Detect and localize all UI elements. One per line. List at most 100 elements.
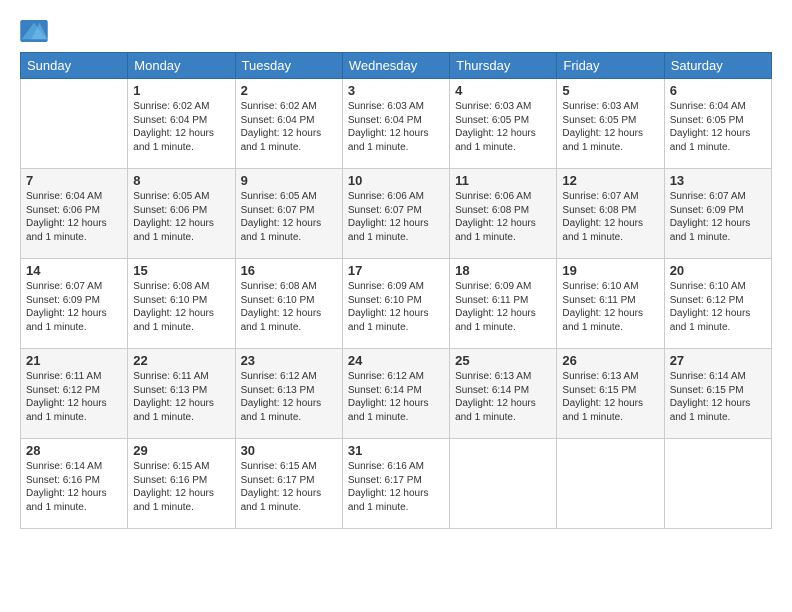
- sunset-text: Sunset: 6:12 PM: [26, 385, 100, 396]
- calendar-cell: 7Sunrise: 6:04 AMSunset: 6:06 PMDaylight…: [21, 169, 128, 259]
- calendar-cell: 1Sunrise: 6:02 AMSunset: 6:04 PMDaylight…: [128, 79, 235, 169]
- cell-info: Sunrise: 6:06 AMSunset: 6:08 PMDaylight:…: [455, 190, 551, 244]
- daylight-text: Daylight: 12 hours and 1 minute.: [562, 398, 643, 423]
- cell-info: Sunrise: 6:13 AMSunset: 6:15 PMDaylight:…: [562, 370, 658, 424]
- cell-info: Sunrise: 6:02 AMSunset: 6:04 PMDaylight:…: [133, 100, 229, 154]
- calendar-cell: 24Sunrise: 6:12 AMSunset: 6:14 PMDayligh…: [342, 349, 449, 439]
- sunrise-text: Sunrise: 6:14 AM: [26, 461, 102, 472]
- calendar-week-3: 14 Sunrise: 6:07 AM Sunset: 6:09 PM Dayligh…: [21, 259, 772, 349]
- sunrise-text: Sunrise: 6:04 AM: [670, 101, 746, 112]
- calendar-cell: 3Sunrise: 6:03 AMSunset: 6:04 PMDaylight…: [342, 79, 449, 169]
- sunset-text: Sunset: 6:16 PM: [26, 475, 100, 486]
- sunrise-text: Sunrise: 6:11 AM: [133, 371, 208, 382]
- calendar-cell: 20Sunrise: 6:10 AMSunset: 6:12 PMDayligh…: [664, 259, 771, 349]
- sunrise-text: Sunrise: 6:05 AM: [133, 191, 209, 202]
- daylight-text: Daylight: 12 hours and 1 minute.: [348, 218, 429, 243]
- sunrise-text: Sunrise: 6:09 AM: [455, 281, 531, 292]
- daylight-text: Daylight: 12 hours and 1 minute.: [26, 398, 107, 423]
- sunset-text: Sunset: 6:17 PM: [348, 475, 422, 486]
- cell-info: Sunrise: 6:03 AMSunset: 6:05 PMDaylight:…: [562, 100, 658, 154]
- calendar-cell: [21, 79, 128, 169]
- header-wednesday: Wednesday: [342, 53, 449, 79]
- calendar-week-1: 1Sunrise: 6:02 AMSunset: 6:04 PMDaylight…: [21, 79, 772, 169]
- sunset-text: Sunset: 6:12 PM: [670, 295, 744, 306]
- calendar-cell: 12Sunrise: 6:07 AMSunset: 6:08 PMDayligh…: [557, 169, 664, 259]
- header-tuesday: Tuesday: [235, 53, 342, 79]
- sunset-text: Sunset: 6:05 PM: [670, 115, 744, 126]
- calendar-cell: 25 Sunrise: 6:13 AMSunset: 6:14 PMDayligh…: [450, 349, 557, 439]
- sunrise-text: Sunrise: 6:15 AM: [133, 461, 209, 472]
- day-number: 5: [562, 83, 658, 98]
- sunrise-text: Sunrise: 6:07 AM: [26, 281, 102, 292]
- sunrise-text: Sunrise: 6:11 AM: [26, 371, 101, 382]
- daylight-text: Daylight: 12 hours and 1 minute.: [26, 308, 107, 333]
- daylight-text: Daylight: 12 hours and 1 minute.: [241, 398, 322, 423]
- calendar-cell: 8Sunrise: 6:05 AMSunset: 6:06 PMDaylight…: [128, 169, 235, 259]
- calendar-table: SundayMondayTuesdayWednesdayThursdayFrid…: [20, 52, 772, 529]
- sunset-text: Sunset: 6:09 PM: [670, 205, 744, 216]
- sunrise-text: Sunrise: 6:04 AM: [26, 191, 102, 202]
- sunset-text: Sunset: 6:15 PM: [670, 385, 744, 396]
- logo-icon: [20, 20, 48, 42]
- sunrise-text: Sunrise: 6:03 AM: [562, 101, 638, 112]
- header-thursday: Thursday: [450, 53, 557, 79]
- calendar-cell: 26 Sunrise: 6:13 AMSunset: 6:15 PMDayligh…: [557, 349, 664, 439]
- sunset-text: Sunset: 6:09 PM: [26, 295, 100, 306]
- daylight-text: Daylight: 12 hours and 1 minute.: [562, 308, 643, 333]
- cell-info: Sunrise: 6:05 AMSunset: 6:07 PMDaylight:…: [241, 190, 337, 244]
- calendar-week-5: 28 Sunrise: 6:14 AM Sunset: 6:16 PM Dayligh…: [21, 439, 772, 529]
- cell-info: Sunrise: 6:10 AMSunset: 6:11 PMDaylight:…: [562, 280, 658, 334]
- cell-info: Sunrise: 6:02 AMSunset: 6:04 PMDaylight:…: [241, 100, 337, 154]
- daylight-text: Daylight: 12 hours and 1 minute.: [241, 488, 322, 513]
- sunrise-text: Sunrise: 6:16 AM: [348, 461, 424, 472]
- cell-info: Sunrise: 6:12 AMSunset: 6:14 PMDaylight:…: [348, 370, 444, 424]
- sunset-text: Sunset: 6:04 PM: [348, 115, 422, 126]
- cell-info: Sunrise: 6:09 AMSunset: 6:10 PMDaylight:…: [348, 280, 444, 334]
- sunrise-text: Sunrise: 6:06 AM: [455, 191, 531, 202]
- daylight-text: Daylight: 12 hours and 1 minute.: [26, 218, 107, 243]
- calendar-cell: 27 Sunrise: 6:14 AMSunset: 6:15 PMDayligh…: [664, 349, 771, 439]
- day-number: 30: [241, 443, 337, 458]
- header-sunday: Sunday: [21, 53, 128, 79]
- calendar-cell: [664, 439, 771, 529]
- day-number: 11: [455, 173, 551, 188]
- calendar-cell: 21Sunrise: 6:11 AMSunset: 6:12 PMDayligh…: [21, 349, 128, 439]
- sunrise-text: Sunrise: 6:02 AM: [133, 101, 209, 112]
- sunset-text: Sunset: 6:07 PM: [348, 205, 422, 216]
- daylight-text: Daylight: 12 hours and 1 minute.: [670, 128, 751, 153]
- daylight-text: Daylight: 12 hours and 1 minute.: [455, 398, 536, 423]
- day-number: 17: [348, 263, 444, 278]
- daylight-text: Daylight: 12 hours and 1 minute.: [241, 218, 322, 243]
- daylight-text: Daylight: 12 hours and 1 minute.: [562, 218, 643, 243]
- calendar-cell: 16Sunrise: 6:08 AMSunset: 6:10 PMDayligh…: [235, 259, 342, 349]
- cell-info: Sunrise: 6:09 AMSunset: 6:11 PMDaylight:…: [455, 280, 551, 334]
- day-number: 25: [455, 353, 551, 368]
- calendar-cell: 30Sunrise: 6:15 AMSunset: 6:17 PMDayligh…: [235, 439, 342, 529]
- day-number: 16: [241, 263, 337, 278]
- sunrise-text: Sunrise: 6:13 AM: [562, 371, 638, 382]
- day-number: 19: [562, 263, 658, 278]
- calendar-cell: 17 Sunrise: 6:09 AMSunset: 6:10 PMDayligh…: [342, 259, 449, 349]
- cell-info: Sunrise: 6:13 AMSunset: 6:14 PMDaylight:…: [455, 370, 551, 424]
- daylight-text: Daylight: 12 hours and 1 minute.: [455, 128, 536, 153]
- daylight-text: Daylight: 12 hours and 1 minute.: [670, 398, 751, 423]
- day-number: 26: [562, 353, 658, 368]
- day-number: 8: [133, 173, 229, 188]
- sunrise-text: Sunrise: 6:08 AM: [133, 281, 209, 292]
- cell-info: Sunrise: 6:14 AMSunset: 6:15 PMDaylight:…: [670, 370, 766, 424]
- sunset-text: Sunset: 6:06 PM: [26, 205, 100, 216]
- cell-info: Sunrise: 6:07 AMSunset: 6:09 PMDaylight:…: [670, 190, 766, 244]
- cell-info: Sunrise: 6:07 AM Sunset: 6:09 PM Daylight:…: [26, 280, 122, 334]
- sunrise-text: Sunrise: 6:10 AM: [670, 281, 746, 292]
- sunrise-text: Sunrise: 6:12 AM: [241, 371, 317, 382]
- sunset-text: Sunset: 6:16 PM: [133, 475, 207, 486]
- cell-info: Sunrise: 6:07 AMSunset: 6:08 PMDaylight:…: [562, 190, 658, 244]
- day-number: 28: [26, 443, 122, 458]
- sunset-text: Sunset: 6:05 PM: [562, 115, 636, 126]
- daylight-text: Daylight: 12 hours and 1 minute.: [348, 488, 429, 513]
- day-number: 27: [670, 353, 766, 368]
- daylight-text: Daylight: 12 hours and 1 minute.: [455, 308, 536, 333]
- day-number: 14: [26, 263, 122, 278]
- header-monday: Monday: [128, 53, 235, 79]
- sunset-text: Sunset: 6:11 PM: [562, 295, 635, 306]
